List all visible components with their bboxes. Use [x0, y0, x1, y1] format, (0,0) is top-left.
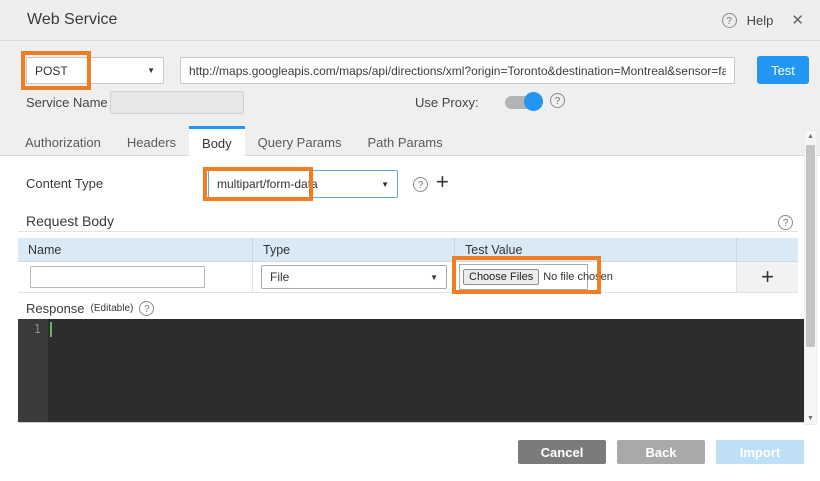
- table-row: File ▼ Choose Files No file chosen +: [18, 262, 798, 293]
- editor-caret: [50, 322, 52, 337]
- column-header-name: Name: [18, 238, 253, 261]
- tab-headers[interactable]: Headers: [114, 126, 189, 155]
- content-type-help-icon[interactable]: ?: [413, 177, 428, 192]
- request-body-help-icon[interactable]: ?: [778, 215, 793, 230]
- request-body-table-header: Name Type Test Value: [18, 238, 798, 262]
- cell-name: [18, 262, 253, 292]
- param-type-select[interactable]: File ▼: [261, 265, 447, 289]
- content-type-select[interactable]: multipart/form-data ▼: [208, 170, 398, 198]
- scroll-up-icon[interactable]: ▲: [805, 133, 816, 140]
- column-header-actions: [737, 238, 798, 261]
- cell-test-value: Choose Files No file chosen: [455, 262, 737, 292]
- response-editable-label: (Editable): [91, 303, 134, 314]
- close-icon[interactable]: ✕: [791, 11, 804, 29]
- help-link[interactable]: Help: [747, 13, 774, 28]
- chevron-down-icon: ▼: [381, 180, 389, 189]
- tab-bar: Authorization Headers Body Query Params …: [0, 126, 820, 156]
- proxy-help-icon[interactable]: ?: [550, 93, 565, 108]
- response-label: Response: [26, 301, 85, 316]
- response-help-icon[interactable]: ?: [139, 301, 154, 316]
- editor-gutter: 1: [18, 319, 48, 422]
- use-proxy-label: Use Proxy:: [415, 95, 479, 110]
- http-method-value: POST: [35, 64, 68, 78]
- param-name-input[interactable]: [30, 266, 205, 288]
- tab-authorization[interactable]: Authorization: [12, 126, 114, 155]
- header-actions: ? Help ✕: [722, 0, 804, 40]
- response-editor[interactable]: 1: [18, 319, 805, 423]
- url-input[interactable]: [180, 57, 735, 84]
- tab-query-params[interactable]: Query Params: [245, 126, 355, 155]
- column-header-test-value: Test Value: [455, 238, 737, 261]
- content-type-label: Content Type: [26, 176, 103, 191]
- file-input[interactable]: Choose Files No file chosen: [459, 264, 588, 290]
- dialog-header: [0, 0, 820, 41]
- test-button[interactable]: Test: [757, 56, 809, 84]
- chevron-down-icon: ▼: [147, 66, 155, 75]
- column-header-type: Type: [253, 238, 455, 261]
- scrollbar-thumb[interactable]: [806, 145, 815, 347]
- vertical-scrollbar[interactable]: ▲ ▼: [804, 130, 817, 425]
- request-body-title: Request Body: [26, 213, 114, 229]
- divider: [18, 231, 798, 232]
- help-icon[interactable]: ?: [722, 13, 737, 28]
- file-status-text: No file chosen: [543, 271, 613, 283]
- http-method-select[interactable]: POST ▼: [26, 57, 164, 84]
- editor-code-area[interactable]: [48, 319, 805, 422]
- response-header: Response (Editable) ?: [26, 301, 154, 316]
- chevron-down-icon: ▼: [430, 273, 438, 282]
- cancel-button[interactable]: Cancel: [518, 440, 606, 464]
- tab-body[interactable]: Body: [189, 126, 245, 157]
- param-type-value: File: [270, 270, 289, 284]
- add-row-icon[interactable]: +: [761, 267, 774, 287]
- footer-actions: Cancel Back Import: [0, 440, 804, 464]
- use-proxy-toggle[interactable]: [505, 92, 543, 112]
- back-button[interactable]: Back: [617, 440, 705, 464]
- cell-actions: +: [737, 262, 798, 292]
- page-title: Web Service: [27, 0, 117, 40]
- cell-type: File ▼: [253, 262, 455, 292]
- tab-path-params[interactable]: Path Params: [354, 126, 455, 155]
- import-button[interactable]: Import: [716, 440, 804, 464]
- toggle-knob: [524, 92, 543, 111]
- choose-files-button[interactable]: Choose Files: [463, 269, 539, 285]
- editor-line-number: 1: [34, 322, 41, 336]
- service-name-input: [110, 91, 244, 114]
- service-name-label: Service Name: [26, 95, 108, 110]
- add-content-type-icon[interactable]: +: [436, 172, 449, 192]
- scroll-down-icon[interactable]: ▼: [805, 415, 816, 422]
- content-type-value: multipart/form-data: [217, 177, 318, 191]
